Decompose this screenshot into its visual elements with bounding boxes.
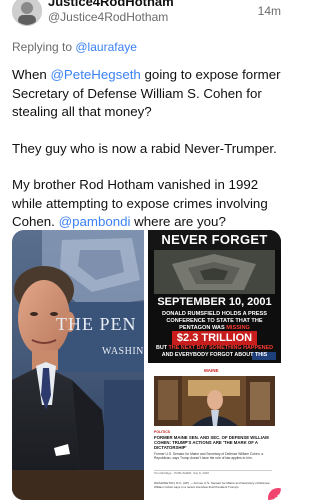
user-handle[interactable]: @Justice4RodHotham (48, 10, 168, 24)
pentagon-sign-text: THE PEN (56, 314, 137, 334)
pentagon-sign-subtext: WASHIN (102, 346, 144, 357)
tweet-paragraph-3: My brother Rod Hotham vanished in 1992 w… (12, 176, 284, 232)
timestamp: 14m (257, 4, 281, 18)
article-byline: Tom Eldridge · PUBLISHED: July 8, 2020 (154, 471, 210, 475)
p3-post: where are you? (130, 214, 226, 229)
never-forget-date: SEPTEMBER 10, 2001 (157, 296, 272, 308)
article-photo (154, 376, 275, 426)
article-subhead: Former U.S. Senator for Maine and Secret… (154, 452, 264, 460)
media-image-left[interactable]: THE PEN WASHIN (12, 230, 144, 500)
article-interview-photo (154, 376, 275, 426)
pentagon-press-photo (12, 230, 144, 500)
tweet-header: Justice4RodHotham @Justice4RodHotham 14m (0, 0, 293, 36)
never-forget-amount: $2.3 TRILLION (148, 328, 281, 346)
replying-to-mention[interactable]: @laurafaye (75, 40, 137, 54)
article-section-label: POLITICS (154, 430, 171, 434)
plus-icon[interactable]: + (268, 488, 281, 500)
tweet-body: When @PeteHegseth going to expose former… (12, 66, 284, 250)
replying-prefix: Replying to (12, 40, 76, 54)
article-headline: FORMER MAINE SEN. AND SEC. OF DEFENSE WI… (154, 435, 269, 450)
never-forget-line-2-post: AND EVERYBODY FORGOT ABOUT THIS (161, 352, 268, 358)
never-forget-line-2-red: THE NEXT DAY SOMETHING HAPPENED (168, 345, 274, 351)
article-body: WASHINGTON, D.C. (AP) — Former U.S. Sena… (154, 481, 270, 489)
display-name[interactable]: Justice4RodHotham (48, 0, 174, 9)
tweet-paragraph-1: When @PeteHegseth going to expose former… (12, 66, 284, 122)
p1-pre: When (12, 67, 51, 82)
tweet-detail: Justice4RodHotham @Justice4RodHotham 14m… (0, 0, 293, 500)
never-forget-line-2-pre: BUT (155, 345, 169, 351)
tweet-paragraph-2: They guy who is now a rabid Never-Trumpe… (12, 140, 277, 156)
mention-pambondi[interactable]: @pambondi (59, 214, 131, 229)
media-grid: THE PEN WASHIN NEVER FORGET SEPTEMBER 10… (12, 230, 281, 500)
never-forget-title: NEVER FORGET (161, 232, 268, 247)
media-image-right-bottom[interactable]: MAINE POLITICS FORMER MAINE SEN. AND SEC… (148, 367, 281, 500)
never-forget-amount-badge: $2.3 TRILLION (171, 331, 258, 345)
avatar[interactable] (12, 0, 42, 26)
never-forget-line-2: BUT THE NEXT DAY SOMETHING HAPPENED AND … (152, 345, 277, 359)
media-image-right-top[interactable]: NEVER FORGET SEPTEMBER 10, 2001 DONALD R… (148, 230, 281, 363)
replying-to: Replying to @laurafaye (12, 40, 137, 54)
article-brand: MAINE (204, 368, 219, 373)
mention-petehegseth[interactable]: @PeteHegseth (50, 67, 140, 82)
avatar-photo (13, 0, 41, 25)
